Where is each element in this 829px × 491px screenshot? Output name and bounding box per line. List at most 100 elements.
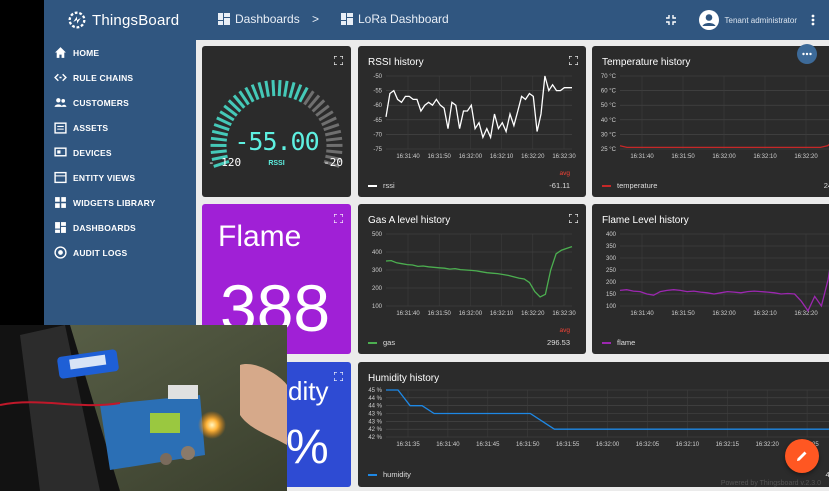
humidity-history-card: 45 % 44 % 44 % 43 % 43 % 42 % 42 % 16:31:35 16:3… [358,362,829,487]
sidebar-item-customers[interactable]: CUSTOMERS [44,90,196,115]
y-tick-label: -50 [373,74,382,80]
top-right-controls: Tenant administrator [665,10,815,30]
sidebar-item-rule-chains[interactable]: RULE CHAINS [44,65,196,90]
line-chart: 500 400 300 200 100 16:31:40 16:31:50 16:32:00 1… [372,232,576,317]
y-tick-label: 44 % [368,396,382,402]
y-tick-label: 42 % [368,427,382,433]
legend-series-name[interactable]: rssi [383,181,395,190]
x-tick-label: 16:31:50 [516,442,540,448]
x-tick-label: 16:31:55 [556,442,580,448]
x-tick-label: 16:32:05 [636,442,660,448]
more-horiz-icon [802,52,812,56]
sidebar-item-label: DEVICES [73,147,112,158]
temperature-history-card: 70 °C 60 °C 50 °C 40 °C 30 °C 25 °C 16:31:40 16… [592,46,829,197]
gauge-tick [250,84,260,101]
y-tick-label: 300 [372,268,383,274]
fullscreen-icon[interactable] [334,372,343,381]
gauge-min-label: - 120 [208,156,242,169]
legend-series-name[interactable]: gas [383,338,395,347]
sidebar-item-entity-views[interactable]: ENTITY VIEWS [44,165,196,190]
sidebar-item-label: CUSTOMERS [73,97,129,108]
edit-pencil-icon [797,451,807,461]
y-tick-label: 250 [606,268,617,274]
legend-series-name[interactable]: temperature [617,181,657,190]
y-tick-label: 45 % [368,388,382,394]
legend-avg-value: -61.11 [549,181,570,190]
x-tick-label: 16:31:45 [476,442,500,448]
x-tick-label: 16:32:30 [552,154,576,160]
x-tick-label: 16:32:10 [490,154,514,160]
y-tick-label: 44 % [368,404,382,410]
breadcrumb-dashboards[interactable]: Dashboards [218,12,300,26]
fullscreen-icon[interactable] [569,214,578,223]
sidebar-item-label: RULE CHAINS [73,72,134,83]
sidebar-item-home[interactable]: HOME [44,40,196,65]
breadcrumb-current: LoRa Dashboard [341,12,449,26]
series-line-rssi [385,75,572,140]
y-tick-label: 50 °C [601,103,617,109]
sidebar-item-label: DASHBOARDS [73,222,136,233]
legend-avg-value: 296.53 [547,338,570,347]
x-tick-label: 16:32:20 [794,311,818,317]
more-vert-icon[interactable] [811,14,815,26]
sidebar-item-audit-logs[interactable]: AUDIT LOGS [44,240,196,265]
customers-icon [54,98,67,107]
legend-avg-value: 24.42 °C [823,181,829,190]
audit-logs-icon [54,246,67,259]
user-avatar-icon[interactable] [698,10,719,30]
y-tick-label: 150 [606,292,617,298]
dashboards-icon [55,222,66,233]
y-tick-label: 200 [606,280,617,286]
sidebar-item-assets[interactable]: ASSETS [44,115,196,140]
humidity-title: dity [288,376,329,406]
x-tick-label: 16:32:00 [712,154,736,160]
legend-avg-value: 42.36 % [825,470,829,479]
home-icon [55,47,66,58]
legend-color-swatch [602,185,611,187]
sidebar-item-dashboards[interactable]: DASHBOARDS [44,215,196,240]
rssi-gauge-card: -55.00 RSSI - 120 -20 [202,46,351,197]
y-tick-label: 30 °C [601,132,617,138]
series-line-flame [619,269,829,313]
fullscreen-icon[interactable] [569,56,578,65]
sidebar-item-widgets-library[interactable]: WIDGETS LIBRARY [44,190,196,215]
x-tick-label: 16:31:50 [428,311,452,317]
y-tick-label: -70 [373,132,382,138]
x-tick-label: 16:32:00 [459,311,483,317]
legend-color-swatch [368,342,377,344]
chart-title: Gas A level history [368,215,451,226]
dashboard-options-button[interactable] [797,44,817,64]
rule-chains-icon [54,73,67,82]
fullscreen-exit-icon[interactable] [665,14,677,26]
y-tick-label: 42 % [368,435,382,441]
x-tick-label: 16:32:00 [596,442,620,448]
rssi-history-card: -50 -55 -60 -65 -70 -75 16:31:40 16:31:50 16:32:… [358,46,586,197]
gauge-tick [216,116,232,127]
y-tick-label: 100 [372,304,383,310]
chart-title: RSSI history [368,57,424,68]
line-chart: 400 350 300 250 200 150 100 16:31:40 16:31:50 16:… [606,232,829,317]
y-tick-label: 43 % [368,412,382,418]
fullscreen-icon[interactable] [334,214,343,223]
powered-by: Powered by Thingsboard v.2.3.0 [720,480,821,487]
y-tick-label: 400 [372,250,383,256]
logo[interactable]: ThingsBoard [66,9,179,31]
x-tick-label: 16:31:50 [671,311,695,317]
y-tick-label: 43 % [368,419,382,425]
legend-series-name[interactable]: humidity [383,470,411,479]
y-tick-label: -55 [373,89,382,95]
legend-color-swatch [368,185,377,187]
entity-views-icon [54,171,67,184]
x-tick-label: 16:32:20 [521,154,545,160]
legend-color-swatch [602,342,611,344]
sidebar-item-label: WIDGETS LIBRARY [73,197,156,208]
top-bar: ThingsBoard Dashboards > LoRa Dashboard … [44,0,829,40]
sidebar-item-devices[interactable]: DEVICES [44,140,196,165]
dashboard-icon [341,13,353,25]
x-tick-label: 16:32:00 [459,154,483,160]
y-tick-label: -65 [373,118,382,124]
legend-series-name[interactable]: flame [617,338,635,347]
assets-icon [54,122,67,134]
breadcrumb-separator: > [312,12,320,26]
edit-fab-button[interactable] [785,439,819,473]
